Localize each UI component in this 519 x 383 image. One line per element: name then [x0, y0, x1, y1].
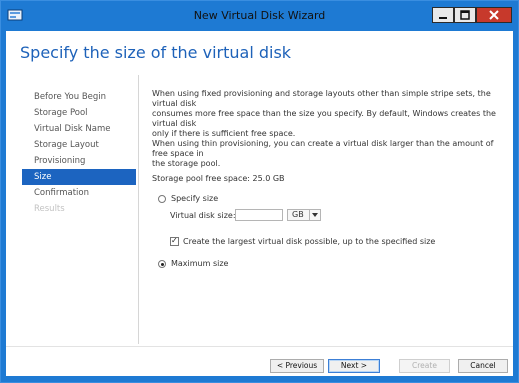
- virtual-disk-size-input[interactable]: [235, 209, 283, 221]
- nav-step-size[interactable]: Size: [22, 169, 136, 185]
- create-button[interactable]: Create: [399, 359, 450, 373]
- cancel-button[interactable]: Cancel: [458, 359, 508, 373]
- description-line: the storage pool.: [152, 159, 221, 168]
- close-icon: [489, 10, 499, 20]
- create-largest-label[interactable]: Create the largest virtual disk possible…: [183, 237, 435, 246]
- nav-step-provisioning[interactable]: Provisioning: [22, 153, 136, 169]
- nav-step-storage-layout[interactable]: Storage Layout: [22, 137, 136, 153]
- create-largest-checkbox[interactable]: ✓: [170, 236, 179, 246]
- specify-size-label[interactable]: Specify size: [171, 194, 218, 203]
- minimize-icon: [439, 17, 447, 19]
- size-unit-dropdown[interactable]: GB: [287, 209, 321, 221]
- nav-step-storage-pool[interactable]: Storage Pool: [22, 105, 136, 121]
- wizard-steps-nav: Before You Begin Storage Pool Virtual Di…: [22, 89, 136, 217]
- checkmark-icon: ✓: [171, 236, 178, 245]
- virtual-disk-size-label: Virtual disk size:: [170, 211, 236, 220]
- wizard-window: New Virtual Disk Wizard Specify the size…: [0, 0, 519, 383]
- page-title: Specify the size of the virtual disk: [20, 43, 292, 62]
- maximize-icon: [460, 10, 470, 20]
- footer-divider: [6, 346, 513, 347]
- maximum-size-radio[interactable]: [158, 260, 166, 268]
- nav-step-confirmation[interactable]: Confirmation: [22, 185, 136, 201]
- nav-divider: [138, 75, 139, 344]
- size-settings: When using fixed provisioning and storag…: [152, 89, 507, 268]
- next-button[interactable]: Next >: [328, 359, 380, 373]
- minimize-button[interactable]: [432, 7, 454, 23]
- nav-step-virtual-disk-name[interactable]: Virtual Disk Name: [22, 121, 136, 137]
- specify-size-radio[interactable]: [158, 195, 166, 203]
- description-line: only if there is sufficient free space.: [152, 129, 296, 138]
- chevron-down-icon: [312, 213, 318, 217]
- close-button[interactable]: [476, 7, 512, 23]
- maximum-size-label[interactable]: Maximum size: [171, 259, 228, 268]
- description-line: When using thin provisioning, you can cr…: [152, 139, 494, 158]
- wizard-body: Specify the size of the virtual disk Bef…: [6, 31, 513, 376]
- pool-free-space: Storage pool free space: 25.0 GB: [152, 174, 285, 183]
- description-line: When using fixed provisioning and storag…: [152, 89, 491, 108]
- dropdown-separator: [309, 210, 310, 220]
- maximize-button[interactable]: [454, 7, 476, 23]
- nav-step-before-you-begin[interactable]: Before You Begin: [22, 89, 136, 105]
- nav-step-results: Results: [34, 204, 65, 214]
- previous-button[interactable]: < Previous: [270, 359, 324, 373]
- title-bar[interactable]: New Virtual Disk Wizard: [1, 1, 518, 31]
- description-line: consumes more free space than the size y…: [152, 109, 496, 128]
- size-unit-value: GB: [292, 210, 304, 219]
